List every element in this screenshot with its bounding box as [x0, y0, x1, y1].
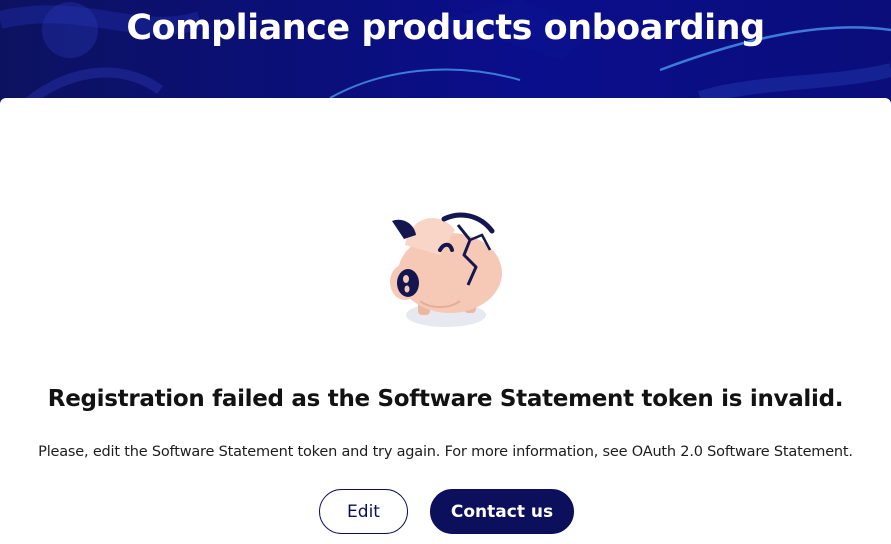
- error-title: Registration failed as the Software Stat…: [47, 386, 844, 412]
- contact-us-button[interactable]: Contact us: [430, 489, 574, 534]
- edit-button[interactable]: Edit: [319, 489, 408, 534]
- broken-piggy-bank-icon: [380, 205, 505, 330]
- error-description: Please, edit the Software Statement toke…: [38, 444, 853, 460]
- page-title: Compliance products onboarding: [126, 8, 765, 48]
